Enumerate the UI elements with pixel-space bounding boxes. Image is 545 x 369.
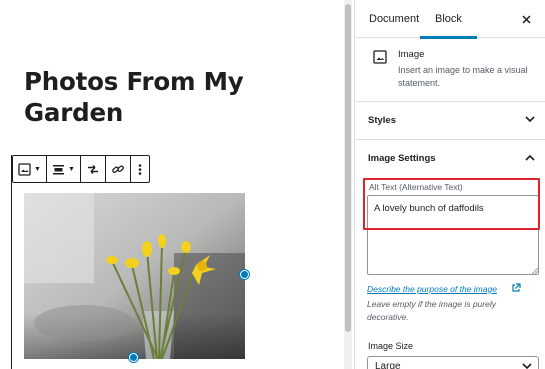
image-size-label: Image Size	[368, 341, 414, 351]
editor-canvas: Photos From My Garden ▼ ▼	[0, 0, 345, 369]
image-icon	[18, 162, 31, 176]
daffodil-photo[interactable]	[24, 193, 245, 359]
block-card-title: Image	[398, 49, 425, 60]
image-icon	[373, 50, 387, 64]
block-card-description: Insert an image to make a visual stateme…	[398, 65, 528, 88]
styles-panel-toggle[interactable]: Styles	[355, 102, 545, 140]
image-size-value: Large	[375, 361, 401, 369]
insert-link-button[interactable]	[106, 156, 131, 182]
block-toolbar: ▼ ▼	[12, 155, 150, 183]
replace-image-button[interactable]	[81, 156, 106, 182]
block-card: Image Insert an image to make a visual s…	[355, 38, 545, 102]
align-center-icon	[52, 164, 64, 174]
caret-down-icon: ▼	[34, 165, 41, 173]
textarea-resize-grip[interactable]	[532, 268, 538, 274]
alt-text-help: Leave empty if the image is purely decor…	[367, 299, 496, 322]
image-size-select[interactable]: Large	[367, 356, 539, 369]
vertical-ellipsis-icon	[138, 163, 142, 175]
image-settings-panel-toggle[interactable]: Image Settings	[355, 140, 545, 178]
resize-handle-bottom[interactable]	[129, 353, 138, 362]
more-options-button[interactable]	[131, 156, 149, 182]
chevron-down-icon	[522, 363, 532, 369]
close-sidebar-button[interactable]	[516, 9, 536, 29]
replace-icon	[87, 164, 98, 174]
image-settings-panel-title: Image Settings	[368, 153, 436, 164]
alt-text-input[interactable]: A lovely bunch of daffodils	[367, 195, 539, 275]
external-link-icon[interactable]	[511, 283, 521, 293]
describe-purpose-link[interactable]: Describe the purpose of the image	[367, 284, 497, 294]
change-alignment-button[interactable]: ▼	[47, 156, 81, 182]
sidebar-tabs: Document Block	[355, 0, 545, 39]
chevron-up-icon	[525, 154, 535, 161]
scrollbar-thumb[interactable]	[345, 4, 351, 332]
chevron-down-icon	[525, 116, 535, 123]
change-block-type-button[interactable]: ▼	[13, 156, 47, 182]
settings-sidebar: Document Block Image Insert an image to …	[354, 0, 545, 369]
tab-block[interactable]: Block	[420, 0, 477, 39]
caret-down-icon: ▼	[67, 165, 75, 173]
alt-text-label: Alt Text (Alternative Text)	[369, 182, 463, 192]
post-title[interactable]: Photos From My Garden	[24, 66, 324, 128]
close-icon	[521, 14, 531, 24]
link-icon	[112, 165, 124, 173]
resize-handle-right[interactable]	[240, 270, 249, 279]
image-settings-panel: Alt Text (Alternative Text) A lovely bun…	[355, 178, 545, 369]
tab-document[interactable]: Document	[369, 0, 419, 38]
styles-panel-title: Styles	[368, 115, 396, 126]
